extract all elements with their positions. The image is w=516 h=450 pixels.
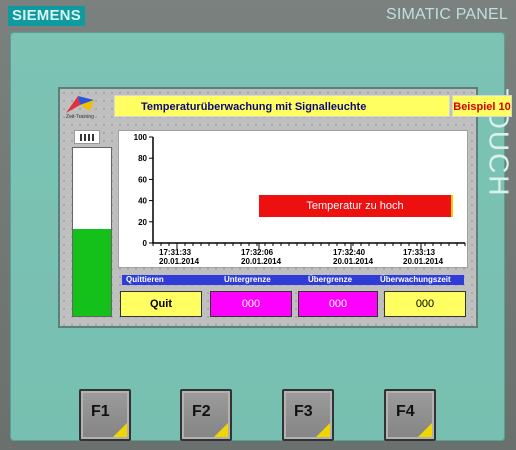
temperature-trend-chart: 100 80 60 40 20 0 17:31:33 20.01.2014 17:32:06 20…	[118, 130, 468, 268]
f2-button[interactable]: F2	[180, 389, 232, 441]
upper-limit-field[interactable]: 000	[298, 291, 378, 317]
panel-bezel: TOUCH Zeit-Training Temperaturüberwachun…	[10, 32, 515, 441]
y-tick-label: 80	[138, 154, 147, 163]
corner-indicator-icon	[214, 423, 228, 437]
x-tick-date: 20.01.2014	[241, 257, 282, 266]
x-tick-date: 20.01.2014	[333, 257, 374, 266]
hmi-panel: SIEMENS SIMATIC PANEL TOUCH Zeit-Trainin…	[0, 0, 516, 450]
y-tick-label: 20	[138, 218, 147, 227]
y-tick-label: 100	[134, 133, 148, 142]
corner-indicator-icon	[113, 423, 127, 437]
model-label: SIMATIC PANEL	[385, 6, 508, 23]
x-tick-date: 20.01.2014	[403, 257, 444, 266]
y-tick-label: 60	[138, 175, 147, 184]
x-tick-time: 17:32:40	[333, 248, 366, 257]
alarm-indicator: Temperatur zu hoch	[259, 195, 451, 217]
x-tick-time: 17:32:06	[241, 248, 274, 257]
x-tick-date: 20.01.2014	[159, 257, 200, 266]
training-logo-icon: Zeit-Training	[64, 93, 112, 120]
corner-indicator-icon	[418, 423, 432, 437]
legend-lower-limit: Untergrenze	[224, 275, 271, 284]
y-tick-label: 0	[143, 239, 148, 248]
controls-legend: Quittieren Untergrenze Übergrenze Überwa…	[122, 275, 464, 285]
corner-indicator-icon	[316, 423, 330, 437]
thermometer-head	[74, 130, 100, 144]
siemens-logo: SIEMENS	[8, 6, 85, 26]
y-tick-label: 40	[138, 197, 147, 206]
hmi-screen: Zeit-Training Temperaturüberwachung mit …	[60, 89, 512, 326]
thermometer-bar	[72, 147, 112, 317]
x-tick-time: 17:31:33	[159, 248, 192, 257]
legend-upper-limit: Übergrenze	[308, 275, 353, 284]
top-bar: Zeit-Training Temperaturüberwachung mit …	[60, 89, 512, 123]
page-title: Temperaturüberwachung mit Signalleuchte	[114, 95, 450, 117]
f3-button[interactable]: F3	[282, 389, 334, 441]
example-label: Beispiel 10	[452, 95, 512, 117]
legend-acknowledge: Quittieren	[126, 275, 164, 284]
svg-text:Zeit-Training: Zeit-Training	[66, 114, 94, 119]
legend-monitor-time: Überwachungszeit	[380, 275, 451, 284]
thermometer-fill	[73, 228, 111, 316]
f4-button[interactable]: F4	[384, 389, 436, 441]
monitor-time-field[interactable]: 000	[384, 291, 466, 317]
lower-limit-field[interactable]: 000	[210, 291, 292, 317]
quit-button[interactable]: Quit	[120, 291, 202, 317]
f1-button[interactable]: F1	[79, 389, 131, 441]
x-tick-time: 17:33:13	[403, 248, 436, 257]
